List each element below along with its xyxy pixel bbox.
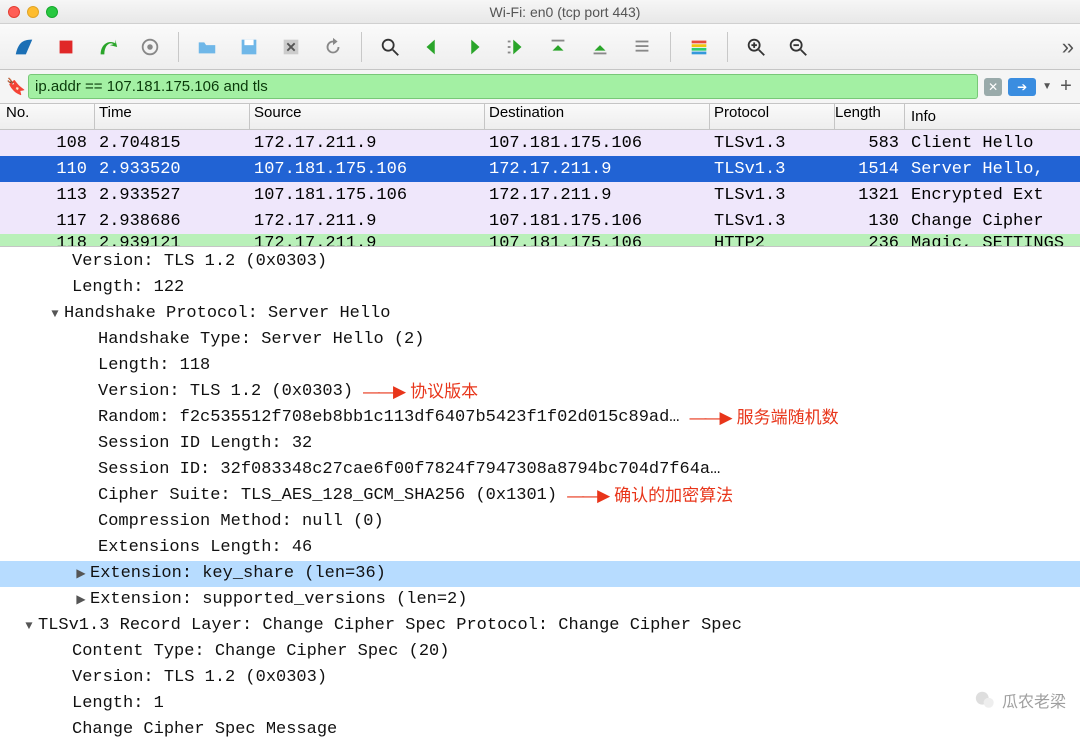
tree-field[interactable]: Random: f2c535512f708eb8bb1c113df6407b54… [0,405,1080,431]
tree-field[interactable]: Compression Method: null (0) [0,509,1080,535]
apply-filter-button[interactable]: ➔ [1008,78,1036,96]
tree-expander-selected[interactable]: ▶Extension: key_share (len=36) [0,561,1080,587]
col-length[interactable]: Length [835,104,905,129]
zoom-out-button[interactable] [780,30,816,64]
shark-fin-icon[interactable] [6,30,42,64]
tree-field[interactable]: Handshake Type: Server Hello (2) [0,327,1080,353]
tree-field[interactable]: Length: 118 [0,353,1080,379]
auto-scroll-button[interactable] [624,30,660,64]
zoom-in-button[interactable] [738,30,774,64]
col-info[interactable]: Info [905,108,1080,125]
restart-capture-button[interactable] [90,30,126,64]
chevron-right-icon[interactable]: ▶ [72,587,90,613]
tree-field[interactable]: Extensions Length: 46 [0,535,1080,561]
tree-field[interactable]: Version: TLS 1.2 (0x0303)——▶协议版本 [0,379,1080,405]
bookmark-icon[interactable]: 🔖 [6,77,22,97]
zoom-window-button[interactable] [46,6,58,18]
tree-expander[interactable]: ▼Handshake Protocol: Server Hello [0,301,1080,327]
col-destination[interactable]: Destination [485,104,710,129]
reload-button[interactable] [315,30,351,64]
options-button[interactable] [132,30,168,64]
stop-capture-button[interactable] [48,30,84,64]
go-forward-button[interactable] [456,30,492,64]
tree-expander[interactable]: ▶Extension: supported_versions (len=2) [0,587,1080,613]
tree-expander[interactable]: ▼TLSv1.3 Record Layer: Change Cipher Spe… [0,613,1080,639]
packet-list-header: No. Time Source Destination Protocol Len… [0,104,1080,130]
col-no[interactable]: No. [0,104,95,129]
tree-field[interactable]: Version: TLS 1.2 (0x0303) [0,665,1080,691]
go-back-button[interactable] [414,30,450,64]
watermark: 瓜农老梁 [974,688,1066,712]
go-last-button[interactable] [582,30,618,64]
find-packet-button[interactable] [372,30,408,64]
chevron-down-icon[interactable]: ▼ [20,613,38,639]
annotation-text: 协议版本 [410,379,478,405]
window-title: Wi-Fi: en0 (tcp port 443) [58,4,1072,20]
chevron-down-icon[interactable]: ▼ [46,301,64,327]
open-file-button[interactable] [189,30,225,64]
go-first-button[interactable] [540,30,576,64]
tree-field[interactable]: Length: 122 [0,275,1080,301]
wechat-icon [974,689,996,711]
tree-field[interactable]: Session ID Length: 32 [0,431,1080,457]
tree-field[interactable]: Version: TLS 1.2 (0x0303) [0,249,1080,275]
save-file-button[interactable] [231,30,267,64]
annotation-text: 确认的加密算法 [614,483,733,509]
tree-field[interactable]: Change Cipher Spec Message [0,717,1080,743]
chevron-right-icon[interactable]: ▶ [72,561,90,587]
clear-filter-button[interactable]: ✕ [984,78,1002,96]
display-filter-input[interactable] [28,74,978,99]
colorize-button[interactable] [681,30,717,64]
packet-row[interactable]: 1102.933520107.181.175.106172.17.211.9TL… [0,156,1080,182]
packet-row[interactable]: 1172.938686172.17.211.9107.181.175.106TL… [0,208,1080,234]
filter-dropdown-icon[interactable]: ▼ [1042,81,1052,92]
col-source[interactable]: Source [250,104,485,129]
close-file-button[interactable] [273,30,309,64]
col-protocol[interactable]: Protocol [710,104,835,129]
close-window-button[interactable] [8,6,20,18]
main-toolbar: » [0,24,1080,70]
tree-field[interactable]: Content Type: Change Cipher Spec (20) [0,639,1080,665]
filter-bar: 🔖 ✕ ➔ ▼ + [0,70,1080,104]
packet-row[interactable]: 1182.939121172.17.211.9107.181.175.106HT… [0,234,1080,246]
tree-field[interactable]: Length: 1 [0,691,1080,717]
toolbar-overflow-button[interactable]: » [1062,34,1074,60]
add-filter-button[interactable]: + [1058,75,1074,98]
go-to-packet-button[interactable] [498,30,534,64]
col-time[interactable]: Time [95,104,250,129]
packet-row[interactable]: 1082.704815172.17.211.9107.181.175.106TL… [0,130,1080,156]
tree-field[interactable]: Cipher Suite: TLS_AES_128_GCM_SHA256 (0x… [0,483,1080,509]
window-titlebar: Wi-Fi: en0 (tcp port 443) [0,0,1080,24]
window-controls[interactable] [8,6,58,18]
packet-details-tree[interactable]: Version: TLS 1.2 (0x0303) Length: 122 ▼H… [0,247,1080,747]
minimize-window-button[interactable] [27,6,39,18]
annotation-text: 服务端随机数 [737,405,839,431]
packet-row[interactable]: 1132.933527107.181.175.106172.17.211.9TL… [0,182,1080,208]
tree-field[interactable]: Session ID: 32f083348c27cae6f00f7824f794… [0,457,1080,483]
packet-list[interactable]: 1082.704815172.17.211.9107.181.175.106TL… [0,130,1080,247]
